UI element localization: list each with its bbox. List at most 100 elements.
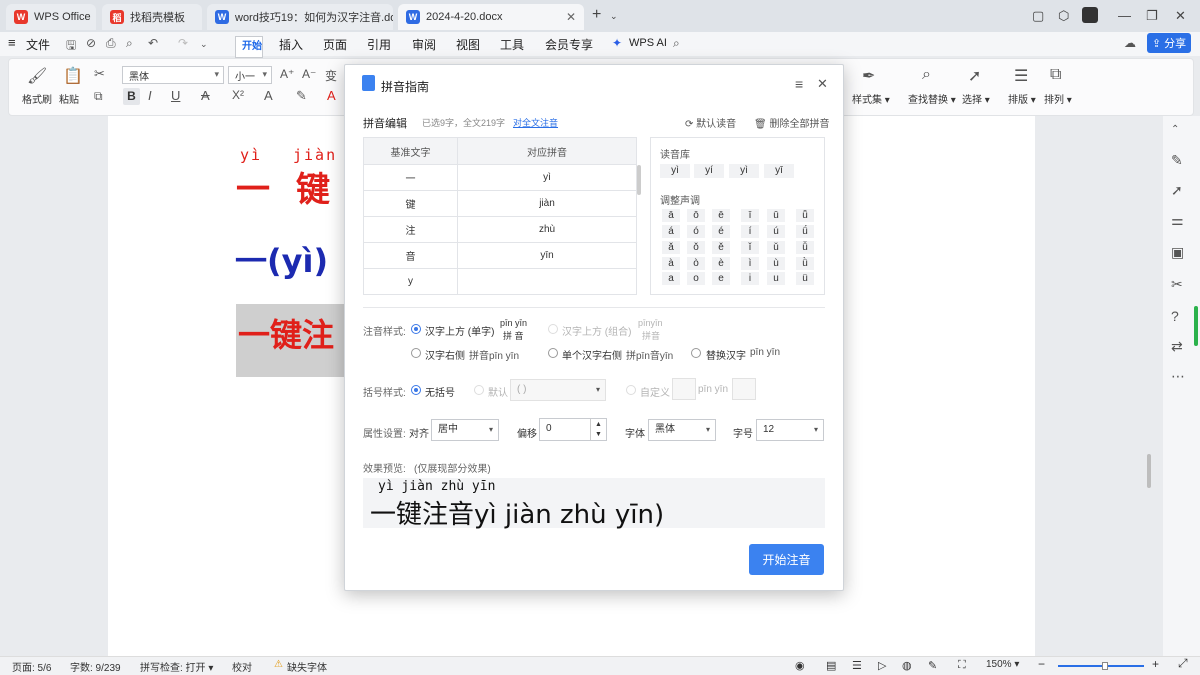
radio-default-bracket[interactable] xyxy=(474,385,484,395)
strikethrough-icon[interactable]: A xyxy=(201,88,210,103)
size-select[interactable]: 12 ▾ xyxy=(756,419,824,441)
default-reading-button[interactable]: ⟳ 默认读音 xyxy=(685,115,736,130)
restore-icon[interactable]: ❐ xyxy=(1146,8,1158,24)
vertical-scrollbar[interactable] xyxy=(1142,116,1156,656)
print-preview-icon[interactable]: ⌕ xyxy=(126,36,133,51)
radio-replace[interactable] xyxy=(691,348,701,358)
cell-pinyin[interactable]: jiàn xyxy=(457,190,637,217)
zoom-in-icon[interactable]: + xyxy=(1152,657,1159,671)
font-name-select[interactable]: 黑体 ▾ xyxy=(122,66,224,84)
tab-wps-office[interactable]: W WPS Office xyxy=(6,4,96,30)
menu-home[interactable]: 开始 xyxy=(235,36,263,61)
tone-option[interactable]: ò xyxy=(687,257,705,270)
cell-pinyin[interactable]: yì xyxy=(457,164,637,191)
search-icon[interactable]: ⌕ xyxy=(673,36,680,51)
font-color-icon[interactable]: A xyxy=(327,88,336,103)
outline-view-icon[interactable]: ☰ xyxy=(852,659,862,672)
chevron-down-icon[interactable]: ⌄ xyxy=(610,11,618,22)
paste-button[interactable]: 粘贴 xyxy=(59,91,79,106)
tone-option[interactable]: ù xyxy=(767,257,785,270)
arrange-button[interactable]: 排列 ▾ xyxy=(1044,91,1072,106)
tone-option[interactable]: ǘ xyxy=(796,225,814,238)
select-button[interactable]: 选择 ▾ xyxy=(962,91,990,106)
radio-above-combo[interactable] xyxy=(548,324,558,334)
image-edit-icon[interactable]: ▣ xyxy=(1171,244,1184,261)
eye-icon[interactable]: ◉ xyxy=(795,659,805,672)
radio-custom-bracket[interactable] xyxy=(626,385,636,395)
tone-option[interactable]: a xyxy=(662,272,680,285)
table-row[interactable]: y xyxy=(363,268,637,295)
italic-icon[interactable]: I xyxy=(148,88,152,103)
tools-icon[interactable]: ✂ xyxy=(1171,276,1183,293)
close-icon[interactable]: ✕ xyxy=(817,76,828,92)
cell-pinyin[interactable]: yīn xyxy=(457,242,637,269)
tone-option[interactable]: ǔ xyxy=(767,241,785,254)
cursor-icon[interactable]: ➚ xyxy=(1171,182,1183,199)
cloud-icon[interactable]: ☁ xyxy=(1124,36,1136,50)
page-view-icon[interactable]: ▤ xyxy=(826,659,836,672)
more-icon[interactable]: ⋯ xyxy=(1171,368,1185,385)
tone-option[interactable]: ó xyxy=(687,225,705,238)
undo-icon[interactable]: ↶ xyxy=(148,36,158,50)
tone-option[interactable]: é xyxy=(712,225,730,238)
radio-no-bracket[interactable] xyxy=(411,385,421,395)
find-replace-button[interactable]: 查找替换 ▾ xyxy=(908,91,956,106)
tab-current-doc[interactable]: W 2024-4-20.docx ✕ xyxy=(398,4,584,30)
delete-all-button[interactable]: 🗑 删除全部拼音 xyxy=(754,115,829,130)
pen-icon[interactable]: ✎ xyxy=(1171,152,1183,169)
cell-pinyin[interactable]: zhù xyxy=(457,216,637,243)
copy-icon[interactable]: ⧉ xyxy=(94,89,103,104)
reading-option[interactable]: yì xyxy=(660,164,690,178)
status-words[interactable]: 字数: 9/239 xyxy=(70,659,121,674)
menu-member[interactable]: 会员专享 xyxy=(545,36,593,53)
tone-option[interactable]: ī xyxy=(741,209,759,222)
menu-file[interactable]: 文件 xyxy=(26,36,50,53)
tone-option[interactable]: ü xyxy=(796,272,814,285)
tone-option[interactable]: è xyxy=(712,257,730,270)
avatar[interactable] xyxy=(1082,7,1098,23)
radio-right[interactable] xyxy=(411,348,421,358)
menu-icon[interactable]: ≡ xyxy=(795,76,803,92)
table-scroll-thumb[interactable] xyxy=(637,165,641,195)
zoom-slider-handle[interactable] xyxy=(1102,662,1108,670)
table-row[interactable]: 音 yīn xyxy=(363,242,637,269)
tone-option[interactable]: e xyxy=(712,272,730,285)
hamburger-icon[interactable]: ≡ xyxy=(8,35,16,50)
tone-option[interactable]: u xyxy=(767,272,785,285)
fullscreen-icon[interactable]: ⤢ xyxy=(1178,656,1188,671)
tone-option[interactable]: ǚ xyxy=(796,241,814,254)
zoom-slider[interactable] xyxy=(1058,662,1144,670)
format-painter-button[interactable]: 格式刷 xyxy=(22,91,52,106)
custom-left-input[interactable] xyxy=(672,378,696,400)
menu-reference[interactable]: 引用 xyxy=(367,36,391,53)
superscript-icon[interactable]: X² xyxy=(232,88,244,102)
align-select[interactable]: 居中 ▾ xyxy=(431,419,499,441)
web-view-icon[interactable]: ◍ xyxy=(902,659,912,672)
tone-option[interactable]: ō xyxy=(687,209,705,222)
tone-option[interactable]: ā xyxy=(662,209,680,222)
tone-option[interactable]: à xyxy=(662,257,680,270)
layout-button[interactable]: 排版 ▾ xyxy=(1008,91,1036,106)
tone-option[interactable]: ú xyxy=(767,225,785,238)
radio-above-single[interactable] xyxy=(411,324,421,334)
tab-template[interactable]: 稻 找稻壳模板 xyxy=(102,4,202,30)
tone-option[interactable]: ǐ xyxy=(741,241,759,254)
cube-icon[interactable]: ⬡ xyxy=(1058,8,1069,24)
grow-font-icon[interactable]: A⁺ xyxy=(280,67,294,81)
cell-pinyin[interactable] xyxy=(457,268,637,295)
custom-right-input[interactable] xyxy=(732,378,756,400)
bracket-select[interactable]: ( ) ▾ xyxy=(510,379,606,401)
text-effect-icon[interactable]: A xyxy=(264,88,273,103)
status-missing-font[interactable]: 缺失字体 xyxy=(287,659,327,674)
help-icon[interactable]: ? xyxy=(1171,308,1179,324)
offset-stepper[interactable]: 0 ▲ ▼ xyxy=(539,418,607,441)
new-tab-icon[interactable]: + xyxy=(592,6,601,24)
menu-tools[interactable]: 工具 xyxy=(500,36,524,53)
tone-option[interactable]: í xyxy=(741,225,759,238)
window-layout-icon[interactable]: ▢ xyxy=(1032,8,1044,24)
start-pinyin-button[interactable]: 开始注音 xyxy=(749,544,824,575)
zoom-out-icon[interactable]: − xyxy=(1038,657,1045,671)
underline-icon[interactable]: U xyxy=(171,88,180,103)
menu-view[interactable]: 视图 xyxy=(456,36,480,53)
menu-insert[interactable]: 插入 xyxy=(279,36,303,53)
